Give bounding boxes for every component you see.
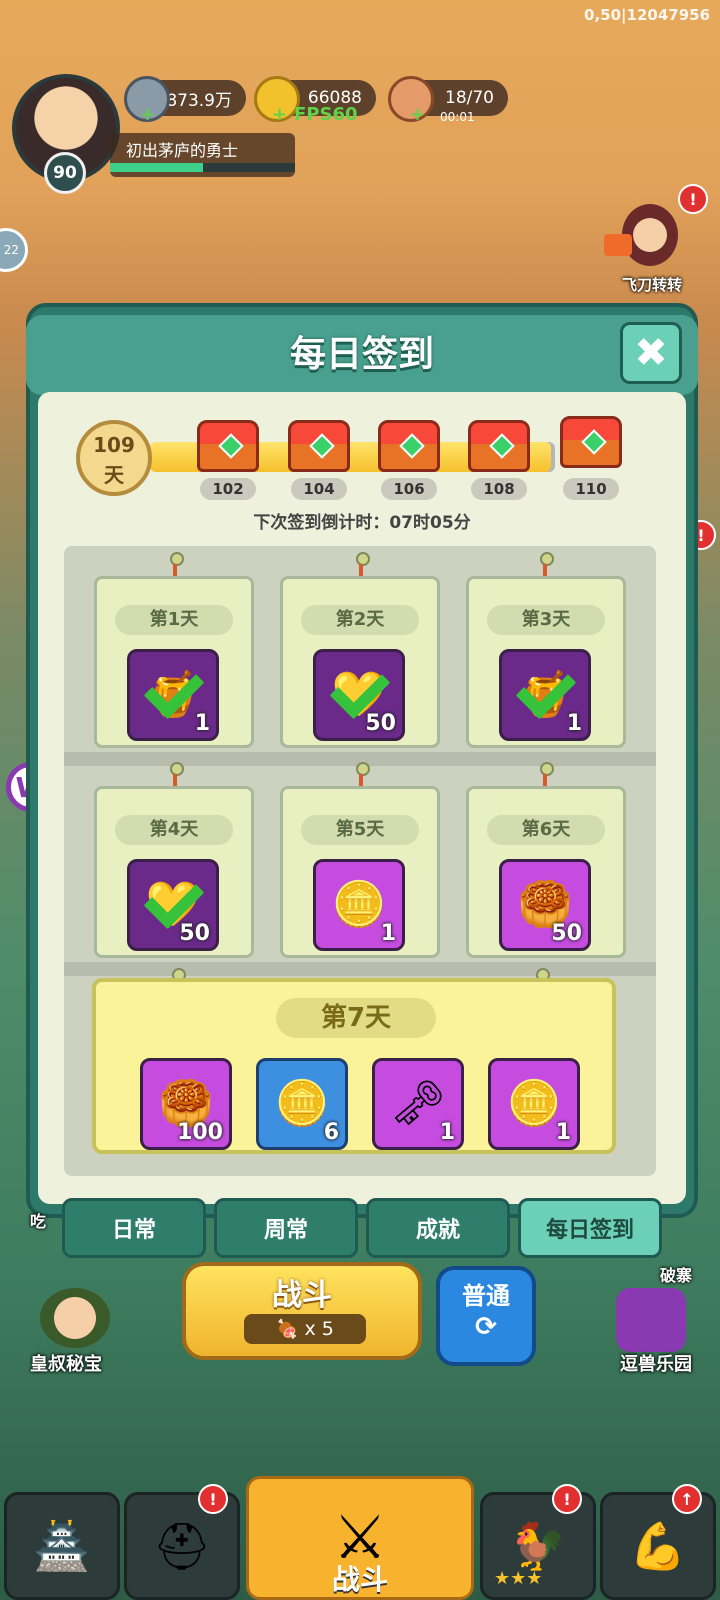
refresh-icon: ⟳ [475, 1312, 497, 1342]
dialog-title: 每日签到 [289, 334, 434, 375]
milestone-label: 110 [563, 478, 619, 500]
reward-qty: 50 [179, 921, 210, 946]
heart-coin-icon: 🪙 [331, 879, 387, 930]
castle-icon: 🏯 [33, 1518, 91, 1573]
key-icon: 🗝 [390, 1078, 446, 1129]
nav-castle[interactable]: 🏯 [4, 1492, 120, 1600]
heart-coin-icon: 🪙 [506, 1078, 562, 1129]
day-label: 第1天 [115, 605, 233, 635]
day-card-3[interactable]: 第3天 🍯 1 [466, 576, 626, 748]
milestone-label: 106 [381, 478, 437, 500]
streak-days-count: 109 [93, 433, 135, 457]
milestone-label: 104 [291, 478, 347, 500]
reward-qty: 1 [194, 711, 210, 736]
day-label: 第2天 [301, 605, 419, 635]
nav-battle-label: 战斗 [331, 1563, 388, 1596]
day-label: 第3天 [487, 605, 605, 635]
milestone-chest-icon[interactable] [197, 420, 259, 472]
player-title: 初出茅庐的勇士 [126, 141, 239, 160]
heroes-alert-badge: ! [552, 1484, 582, 1514]
megaphone-icon [604, 234, 632, 256]
day-label: 第5天 [301, 815, 419, 845]
star-rating: ★★★ [494, 1568, 543, 1589]
hero-stars-icon: 🐓 [509, 1518, 567, 1573]
milestone-chest-icon[interactable] [288, 420, 350, 472]
checkin-countdown: 下次签到倒计时：07时05分 [253, 513, 471, 533]
day-card-6[interactable]: 第6天 🥮 50 [466, 786, 626, 958]
streak-days-badge: 109 天 [76, 420, 152, 496]
feidao-event-button[interactable] [604, 204, 686, 274]
reward-slot[interactable]: 🪙 1 [488, 1058, 580, 1150]
shelf-divider [64, 962, 656, 976]
xp-bar [110, 163, 295, 172]
reward-qty: 6 [323, 1120, 339, 1145]
uncle-treasure-icon[interactable] [40, 1288, 110, 1348]
battle-cost-value: x 5 [304, 1318, 334, 1340]
milestone-chest-icon[interactable] [378, 420, 440, 472]
uncle-treasure-label: 皇叔秘宝 [30, 1354, 102, 1375]
day-label: 第4天 [115, 815, 233, 845]
reward-slot: 🍯 1 [127, 649, 219, 741]
tab-weekly[interactable]: 周常 [214, 1198, 358, 1258]
gold-add-icon[interactable]: + [272, 104, 287, 125]
reward-qty: 50 [365, 711, 396, 736]
upgrade-alert-badge: ↑ [672, 1484, 702, 1514]
reward-qty: 100 [177, 1120, 223, 1145]
player-level-badge: 90 [44, 152, 86, 194]
tab-daily[interactable]: 日常 [62, 1198, 206, 1258]
helmet-icon: ⛑ [152, 1518, 212, 1573]
reward-slot: 🍯 1 [499, 649, 591, 741]
tab-achievement[interactable]: 成就 [366, 1198, 510, 1258]
battle-cost: 🍖 x 5 [244, 1314, 366, 1344]
day-card-1[interactable]: 第1天 🍯 1 [94, 576, 254, 748]
feidao-alert-badge: ! [678, 184, 708, 214]
reward-qty: 1 [439, 1120, 455, 1145]
reward-slot[interactable]: 🥮 50 [499, 859, 591, 951]
upgrade-icon: 💪 [629, 1518, 687, 1573]
close-icon: ✖ [634, 330, 668, 376]
day7-label: 第7天 [276, 998, 436, 1038]
stamina-amount: 18/70 [445, 88, 494, 108]
stamina-timer: 00:01 [440, 110, 475, 124]
reward-slot[interactable]: 🪙 6 [256, 1058, 348, 1150]
right-side-partial-label: 破寨 [660, 1266, 693, 1285]
mode-label: 普通 [462, 1282, 510, 1310]
day-card-5[interactable]: 第5天 🪙 1 [280, 786, 440, 958]
reward-qty: 50 [551, 921, 582, 946]
milestone-label: 102 [200, 478, 256, 500]
day-card-2[interactable]: 第2天 💛 50 [280, 576, 440, 748]
reward-slot: 💛 50 [127, 859, 219, 951]
left-side-partial-label: 吃 [30, 1212, 47, 1231]
reward-slot[interactable]: 🥮 100 [140, 1058, 232, 1150]
close-button[interactable]: ✖ [620, 322, 682, 384]
feidao-label: 飞刀转转 [622, 276, 683, 294]
meat-icon: 🍖 [276, 1318, 299, 1340]
debug-readout: 0,50|12047956 [584, 6, 710, 24]
battle-label: 战斗 [272, 1278, 332, 1313]
beast-park-label: 逗兽乐园 [620, 1354, 692, 1375]
silver-coin-icon: 🪙 [274, 1078, 330, 1129]
reward-qty: 1 [555, 1120, 571, 1145]
fps-readout: FPS60 [294, 104, 358, 125]
beast-park-icon[interactable] [616, 1288, 686, 1352]
milestone-label: 108 [471, 478, 527, 500]
milestone-chest-icon[interactable] [560, 416, 622, 468]
side-timer-button[interactable]: 22 [0, 228, 28, 272]
reward-slot[interactable]: 🪙 1 [313, 859, 405, 951]
stamina-add-icon[interactable]: + [410, 104, 425, 125]
streak-days-unit: 天 [104, 463, 124, 487]
reward-slot: 💛 50 [313, 649, 405, 741]
reward-qty: 1 [566, 711, 582, 736]
tab-daily-checkin[interactable]: 每日签到 [518, 1198, 662, 1258]
day-label: 第6天 [487, 815, 605, 845]
day-card-4[interactable]: 第4天 💛 50 [94, 786, 254, 958]
xp-fill [110, 163, 203, 172]
reward-qty: 1 [380, 921, 396, 946]
milestone-chest-icon[interactable] [468, 420, 530, 472]
silver-add-icon[interactable]: + [140, 104, 155, 125]
reward-slot[interactable]: 🗝 1 [372, 1058, 464, 1150]
equipment-alert-badge: ! [198, 1484, 228, 1514]
side-timer-label: 22 [3, 243, 19, 257]
